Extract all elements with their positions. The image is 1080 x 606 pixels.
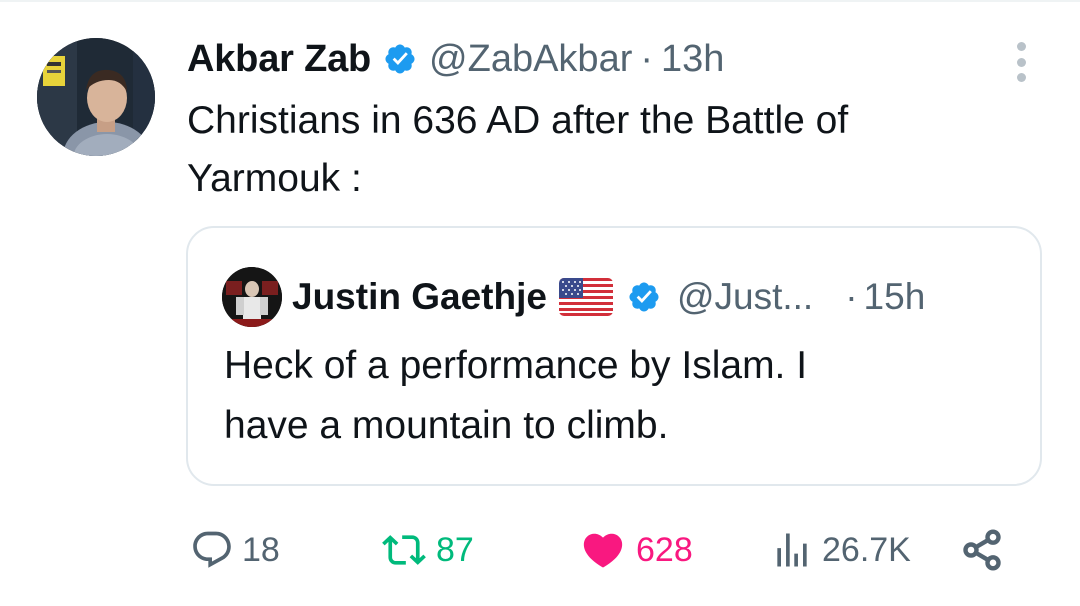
views-icon — [777, 533, 807, 567]
header-separator: · — [640, 37, 654, 80]
repost-icon — [382, 535, 426, 565]
quoted-timestamp: 15h — [863, 276, 926, 317]
quoted-avatar-image — [222, 267, 282, 327]
repost-button[interactable]: 87 — [380, 522, 474, 578]
author-display-name[interactable]: Akbar Zab — [187, 38, 371, 81]
reply-button[interactable]: 18 — [190, 522, 280, 578]
quoted-avatar — [222, 267, 282, 327]
reply-count: 18 — [242, 530, 280, 569]
more-dot — [1016, 42, 1026, 51]
quoted-tweet-header: Justin Gaethje @Just... · 15h — [222, 266, 925, 328]
more-dot — [1016, 73, 1026, 82]
repost-count: 87 — [436, 530, 474, 569]
quoted-tweet-card[interactable]: Justin Gaethje @Just... · 15h Heck of a … — [186, 226, 1042, 486]
quoted-text-line: have a mountain to climb. — [224, 404, 669, 447]
action-bar: 18 87 628 26.7K — [0, 522, 1080, 578]
tweet-text: Christians in 636 AD after the Battle of… — [187, 92, 1017, 208]
tweet-text-line: Christians in 636 AD after the Battle of — [187, 99, 849, 142]
avatar-image — [37, 38, 155, 156]
share-icon — [963, 529, 1001, 571]
us-flag-icon — [558, 278, 613, 316]
verified-badge-icon — [383, 42, 417, 76]
avatar[interactable] — [37, 38, 155, 156]
views-button[interactable]: 26.7K — [770, 522, 911, 578]
top-divider — [0, 0, 1080, 2]
reply-icon — [193, 531, 231, 568]
more-options-icon[interactable] — [1008, 42, 1034, 82]
quoted-author-name: Justin Gaethje — [292, 276, 547, 317]
views-count: 26.7K — [822, 530, 911, 569]
heart-icon — [583, 533, 623, 568]
author-handle[interactable]: @ZabAkbar — [429, 38, 632, 81]
quoted-author-handle: @Just... — [676, 276, 814, 317]
like-count: 628 — [636, 530, 693, 569]
tweet-text-line: Yarmouk : — [187, 157, 362, 200]
like-button[interactable]: 628 — [578, 522, 693, 578]
tweet-header: Akbar Zab @ZabAkbar · 13h — [187, 34, 724, 84]
quoted-verified-badge-icon — [627, 280, 661, 314]
quoted-text-line: Heck of a performance by Islam. I — [224, 344, 808, 387]
quoted-tweet-text: Heck of a performance by Islam. I have a… — [224, 336, 984, 456]
quoted-header-separator: · — [845, 276, 858, 317]
tweet-timestamp[interactable]: 13h — [661, 38, 724, 81]
more-dot — [1016, 57, 1026, 67]
share-button[interactable] — [960, 522, 1004, 578]
